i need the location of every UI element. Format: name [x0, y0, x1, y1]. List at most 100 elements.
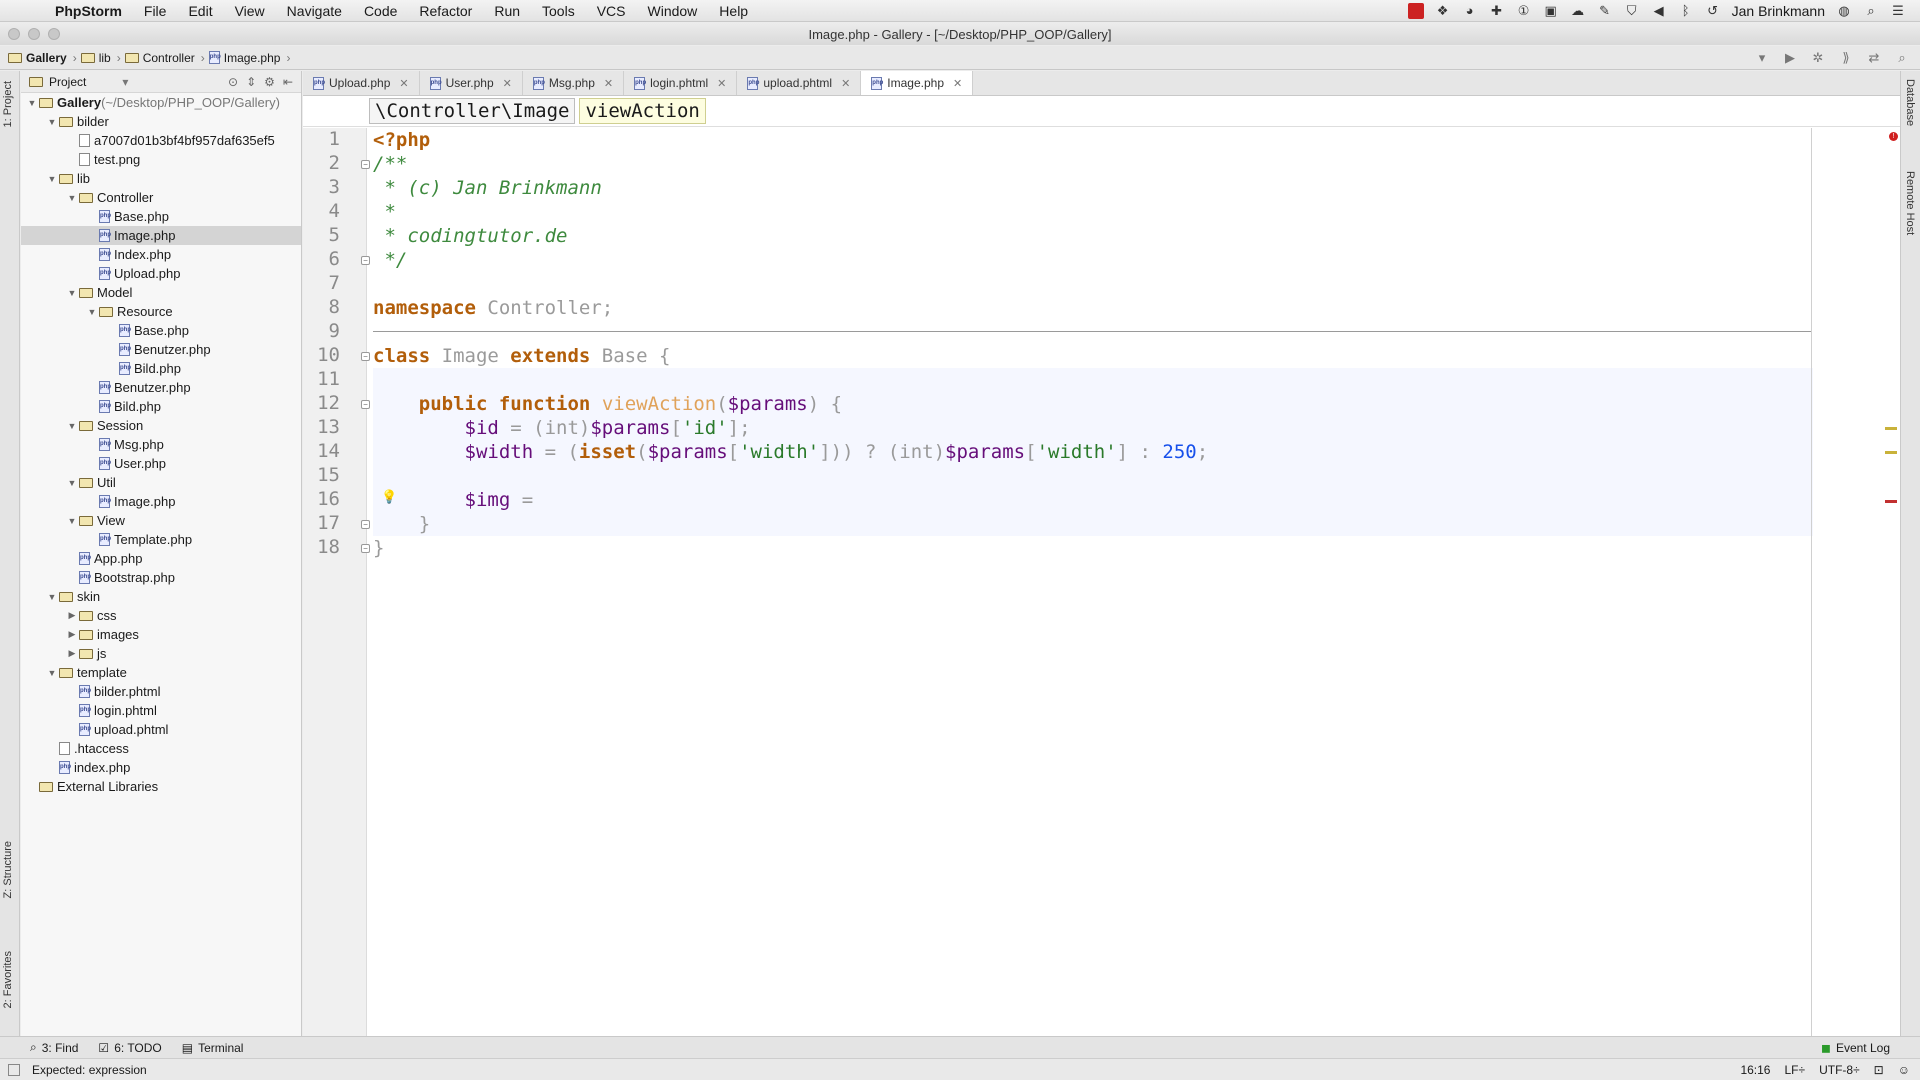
breadcrumb-class[interactable]: \Controller\Image: [369, 98, 576, 124]
collapsed-arrow-icon[interactable]: ▶: [65, 648, 79, 659]
tree-item[interactable]: php Base.php: [21, 321, 301, 340]
menu-window[interactable]: Window: [637, 0, 709, 22]
menu-file[interactable]: File: [133, 0, 178, 22]
favorites-tool-tab[interactable]: 2: Favorites: [2, 951, 14, 1008]
spotlight-icon[interactable]: ⌕: [1863, 3, 1879, 19]
collapsed-arrow-icon[interactable]: ▶: [65, 629, 79, 640]
nav-crumb-lib[interactable]: lib ›: [80, 51, 125, 65]
time-machine-icon[interactable]: ↺: [1705, 3, 1721, 19]
tree-item[interactable]: php Bild.php: [21, 359, 301, 378]
close-icon[interactable]: ✕: [717, 77, 726, 90]
nav-crumb-gallery[interactable]: Gallery ›: [8, 51, 81, 65]
dropbox-icon[interactable]: ❖: [1435, 3, 1451, 19]
line-number[interactable]: 13: [303, 416, 366, 440]
tree-item[interactable]: a7007d01b3bf4bf957daf635ef5: [21, 131, 301, 150]
hide-panel-icon[interactable]: ⇤: [283, 75, 293, 89]
nav-crumb-controller[interactable]: Controller ›: [124, 51, 209, 65]
tree-item[interactable]: test.png: [21, 150, 301, 169]
scroll-from-source-icon[interactable]: ⊙: [228, 75, 238, 89]
close-icon[interactable]: ✕: [503, 77, 512, 90]
tree-item[interactable]: php User.php: [21, 454, 301, 473]
code-line[interactable]: public function viewAction($params) {: [373, 392, 1813, 416]
menu-navigate[interactable]: Navigate: [276, 0, 353, 22]
drive-icon[interactable]: ◕: [1462, 3, 1478, 19]
code-line[interactable]: * codingtutor.de: [373, 224, 1813, 248]
close-icon[interactable]: ✕: [841, 77, 850, 90]
file-encoding[interactable]: UTF-8÷: [1819, 1063, 1860, 1077]
line-number[interactable]: 6: [303, 248, 366, 272]
fold-marker-icon[interactable]: −: [361, 544, 370, 553]
fold-marker-icon[interactable]: −: [361, 400, 370, 409]
todo-tool-tab[interactable]: ☑ 6: TODO: [98, 1041, 161, 1055]
structure-tool-tab[interactable]: Z: Structure: [2, 841, 14, 898]
line-number[interactable]: 7: [303, 272, 366, 296]
menu-edit[interactable]: Edit: [177, 0, 223, 22]
menu-tools[interactable]: Tools: [531, 0, 586, 22]
run-icon[interactable]: ▶: [1782, 50, 1798, 66]
code-line[interactable]: namespace Controller;: [373, 296, 1813, 320]
tree-item[interactable]: ▼ template: [21, 663, 301, 682]
tree-item[interactable]: php Index.php: [21, 245, 301, 264]
tree-item[interactable]: php login.phtml: [21, 701, 301, 720]
menu-view[interactable]: View: [224, 0, 276, 22]
database-tool-tab[interactable]: Database: [1904, 79, 1916, 126]
inspector-icon[interactable]: ☺: [1898, 1063, 1910, 1077]
line-number[interactable]: 3: [303, 176, 366, 200]
project-view-selector[interactable]: Project: [49, 75, 86, 89]
menu-code[interactable]: Code: [353, 0, 408, 22]
tree-item[interactable]: php Base.php: [21, 207, 301, 226]
fold-marker-icon[interactable]: −: [361, 160, 370, 169]
line-number[interactable]: 5: [303, 224, 366, 248]
plus-icon[interactable]: ✚: [1489, 3, 1505, 19]
code-line[interactable]: [373, 368, 1813, 392]
code-line[interactable]: /**: [373, 152, 1813, 176]
editor-tab[interactable]: php User.php ✕: [420, 71, 523, 95]
editor-tab[interactable]: php Upload.php ✕: [303, 71, 420, 95]
nav-crumb-image-php[interactable]: php Image.php ›: [208, 51, 295, 65]
line-number[interactable]: 2: [303, 152, 366, 176]
tree-item[interactable]: php index.php: [21, 758, 301, 777]
expanded-arrow-icon[interactable]: ▼: [85, 307, 99, 317]
code-lines[interactable]: <?php/** * (c) Jan Brinkmann * * codingt…: [373, 128, 1813, 560]
expanded-arrow-icon[interactable]: ▼: [45, 174, 59, 184]
tree-item[interactable]: php bilder.phtml: [21, 682, 301, 701]
fold-marker-icon[interactable]: −: [361, 520, 370, 529]
line-separator[interactable]: LF÷: [1784, 1063, 1805, 1077]
expanded-arrow-icon[interactable]: ▼: [25, 98, 39, 108]
tree-item[interactable]: ▶ css: [21, 606, 301, 625]
lock-icon[interactable]: ⊡: [1874, 1063, 1884, 1077]
expanded-arrow-icon[interactable]: ▼: [65, 478, 79, 488]
warning-marker[interactable]: [1885, 451, 1897, 454]
tree-item[interactable]: ▶ js: [21, 644, 301, 663]
line-number[interactable]: 1: [303, 128, 366, 152]
code-line[interactable]: }: [373, 536, 1813, 560]
code-line[interactable]: class Image extends Base {: [373, 344, 1813, 368]
collapse-all-icon[interactable]: ⇕: [246, 75, 256, 89]
breadcrumb-method[interactable]: viewAction: [579, 98, 706, 124]
editor-tab[interactable]: php Msg.php ✕: [523, 71, 625, 95]
code-line[interactable]: $img =: [373, 488, 1813, 512]
tree-item[interactable]: php App.php: [21, 549, 301, 568]
code-line[interactable]: $id = (int)$params['id'];: [373, 416, 1813, 440]
line-number[interactable]: 15: [303, 464, 366, 488]
user-icon[interactable]: ◍: [1836, 3, 1852, 19]
tree-item[interactable]: .htaccess: [21, 739, 301, 758]
menu-refactor[interactable]: Refactor: [408, 0, 483, 22]
tree-item[interactable]: ▼ Controller: [21, 188, 301, 207]
tree-item[interactable]: php Benutzer.php: [21, 340, 301, 359]
line-number[interactable]: 11: [303, 368, 366, 392]
menu-run[interactable]: Run: [483, 0, 531, 22]
caret-position[interactable]: 16:16: [1740, 1063, 1770, 1077]
debug-icon[interactable]: ✲: [1810, 50, 1826, 66]
expanded-arrow-icon[interactable]: ▼: [65, 516, 79, 526]
cloud-icon[interactable]: ☁: [1570, 3, 1586, 19]
tree-item[interactable]: php Bootstrap.php: [21, 568, 301, 587]
tree-item[interactable]: php Benutzer.php: [21, 378, 301, 397]
tree-item[interactable]: ▼ skin: [21, 587, 301, 606]
line-number[interactable]: 17: [303, 512, 366, 536]
menu-app-name[interactable]: PhpStorm: [44, 0, 133, 22]
clipboard-icon[interactable]: ▣: [1543, 3, 1559, 19]
expanded-arrow-icon[interactable]: ▼: [45, 668, 59, 678]
menu-vcs[interactable]: VCS: [586, 0, 637, 22]
fold-marker-icon[interactable]: −: [361, 352, 370, 361]
